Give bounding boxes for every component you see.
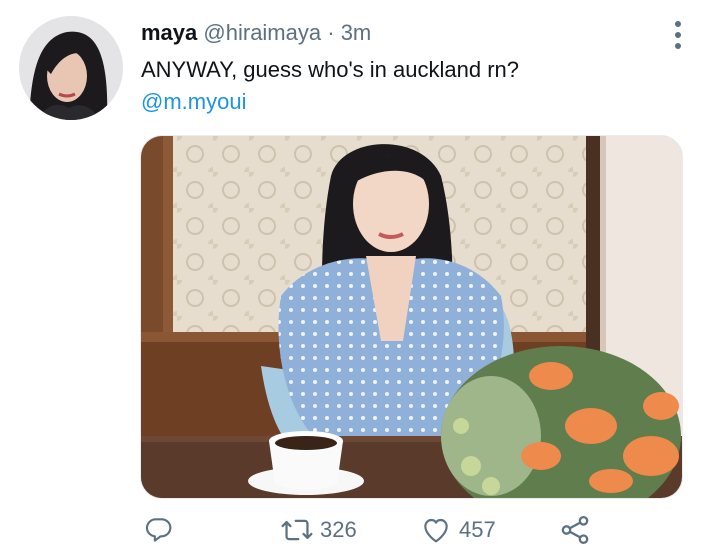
tweet-body: ANYWAY, guess who's in auckland rn? (141, 57, 519, 82)
tweet-time[interactable]: 3m (341, 20, 372, 45)
like-count: 457 (459, 517, 496, 542)
tweet-actions: 326 457 (0, 508, 720, 552)
display-name[interactable]: maya (141, 20, 197, 45)
retweet-icon (281, 519, 313, 541)
share-icon (561, 515, 589, 545)
separator-dot: · (327, 20, 335, 45)
tweet-photo[interactable] (140, 135, 683, 499)
tweet-text: ANYWAY, guess who's in auckland rn? @m.m… (141, 54, 681, 118)
photo-image (141, 136, 682, 498)
more-icon[interactable] (666, 18, 690, 52)
tweet-header: maya @hiraimaya · 3m (141, 20, 371, 46)
like-button[interactable]: 457 (419, 508, 496, 552)
mention-link[interactable]: @m.myoui (141, 89, 246, 114)
reply-icon (145, 518, 172, 542)
avatar-image (19, 16, 123, 120)
retweet-button[interactable]: 326 (280, 508, 357, 552)
tweet[interactable]: maya @hiraimaya · 3m ANYWAY, guess who's… (0, 0, 720, 560)
retweet-count: 326 (320, 517, 357, 542)
like-icon (424, 518, 448, 543)
share-button[interactable] (558, 508, 592, 552)
reply-button[interactable] (143, 508, 181, 552)
avatar[interactable] (19, 16, 123, 120)
user-handle[interactable]: @hiraimaya (203, 20, 321, 45)
